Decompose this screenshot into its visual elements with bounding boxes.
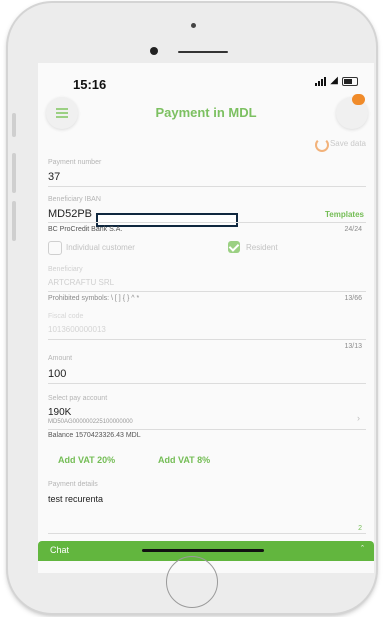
divider xyxy=(48,291,366,292)
chevron-right-icon: › xyxy=(357,413,360,423)
payment-details-field[interactable]: test recurenta xyxy=(48,494,103,504)
page-title: Payment in MDL xyxy=(155,105,257,120)
divider xyxy=(48,383,366,384)
account-balance: Balance 1570423326.43 MDL xyxy=(48,432,141,439)
add-vat-8-button[interactable]: Add VAT 8% xyxy=(158,455,210,465)
payment-number-field[interactable]: 37 xyxy=(48,171,60,183)
beneficiary-iban-field[interactable]: MD52PB xyxy=(48,208,92,220)
amount-label: Amount xyxy=(48,355,73,362)
earpiece-speaker xyxy=(178,51,228,53)
divider xyxy=(48,339,366,340)
home-button[interactable] xyxy=(166,556,218,608)
wifi-icon: ◢ xyxy=(330,75,338,86)
details-counter: 2 xyxy=(358,525,362,532)
payment-details-label: Payment details xyxy=(48,481,98,488)
fiscal-code-label: Fiscal code xyxy=(48,313,84,320)
divider xyxy=(48,222,366,223)
status-icons: ◢ xyxy=(315,76,358,86)
add-vat-20-button[interactable]: Add VAT 20% xyxy=(58,455,115,465)
fiscal-code-field[interactable]: 1013600000013 xyxy=(48,325,106,334)
save-data-link[interactable]: Save data xyxy=(314,138,366,152)
prohibited-symbols-hint: Prohibited symbols: \ [ ] { } ^ * xyxy=(48,295,140,302)
chat-button[interactable] xyxy=(336,94,368,129)
volume-up-button xyxy=(12,153,16,193)
battery-icon xyxy=(342,77,358,86)
app-screen: 15:16 ◢ Payment in MDL Save data Payment… xyxy=(38,63,374,573)
pay-account-number: MD50AG000000225100000000 xyxy=(48,419,133,425)
bank-name: BC ProCredit Bank S.A. xyxy=(48,226,123,233)
status-time: 15:16 xyxy=(73,77,107,92)
resident-checkbox[interactable] xyxy=(228,241,240,253)
individual-customer-label: Individual customer xyxy=(66,243,135,252)
chat-label: Chat xyxy=(50,545,70,555)
payment-number-label: Payment number xyxy=(48,159,102,166)
resident-label: Resident xyxy=(246,243,278,252)
front-camera xyxy=(150,47,158,55)
proximity-sensor xyxy=(191,23,196,28)
redaction-box xyxy=(96,213,238,227)
phone-frame: 15:16 ◢ Payment in MDL Save data Payment… xyxy=(8,3,376,613)
beneficiary-field[interactable]: ARTCRAFTU SRL xyxy=(48,278,114,287)
pay-account-label: Select pay account xyxy=(48,395,108,402)
mute-switch xyxy=(12,113,16,137)
beneficiary-iban-label: Beneficiary IBAN xyxy=(48,196,101,203)
home-indicator[interactable] xyxy=(142,549,264,552)
chat-badge-icon xyxy=(352,94,365,105)
iban-counter: 24/24 xyxy=(344,226,362,233)
beneficiary-counter: 13/66 xyxy=(344,295,362,302)
individual-customer-checkbox[interactable] xyxy=(48,241,62,255)
templates-link[interactable]: Templates xyxy=(325,210,364,219)
chevron-up-icon: ˆ xyxy=(361,544,364,554)
divider xyxy=(48,186,366,187)
fiscal-code-counter: 13/13 xyxy=(344,343,362,350)
pay-account-name: 190K xyxy=(48,407,72,418)
volume-down-button xyxy=(12,201,16,241)
divider xyxy=(48,429,366,430)
signal-icon xyxy=(315,77,327,86)
beneficiary-label: Beneficiary xyxy=(48,266,83,273)
amount-field[interactable]: 100 xyxy=(48,368,66,380)
divider xyxy=(48,533,366,534)
